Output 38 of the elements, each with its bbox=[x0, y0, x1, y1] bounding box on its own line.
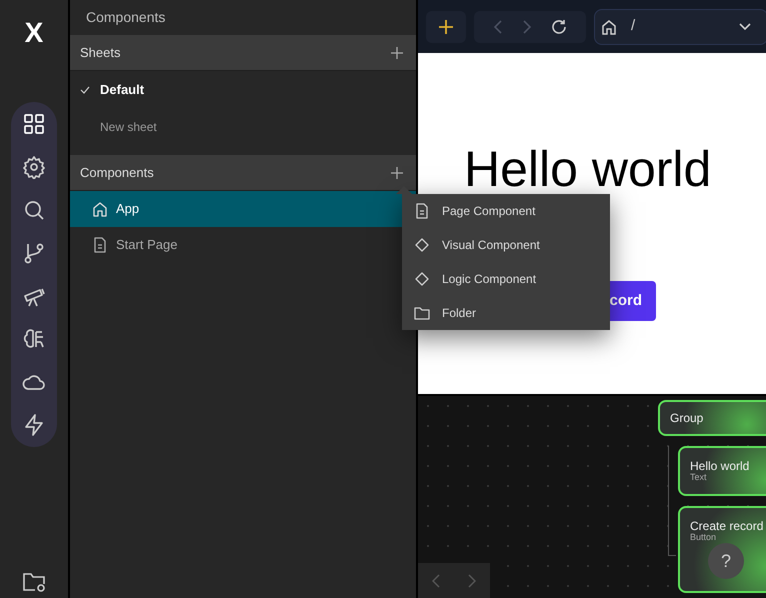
node-title: Group bbox=[670, 412, 704, 424]
settings-icon[interactable] bbox=[22, 155, 46, 179]
home-icon bbox=[601, 18, 617, 34]
path-text: / bbox=[631, 16, 636, 36]
node-type: Text bbox=[690, 473, 708, 482]
add-button[interactable] bbox=[390, 44, 406, 60]
diamond-icon bbox=[414, 271, 430, 287]
panel-title: Components bbox=[85, 8, 166, 27]
check-icon bbox=[80, 86, 90, 94]
chevron-down-icon bbox=[739, 22, 751, 30]
component-node[interactable]: Group bbox=[658, 400, 766, 436]
component-item[interactable]: App bbox=[70, 191, 416, 227]
search-icon[interactable] bbox=[22, 198, 46, 222]
reload-icon[interactable] bbox=[550, 18, 567, 34]
sheet-item[interactable]: New sheet bbox=[70, 108, 416, 145]
logo: X bbox=[24, 16, 44, 50]
plus-icon bbox=[438, 18, 454, 34]
sheet-item[interactable]: Default bbox=[70, 71, 416, 108]
diamond-icon bbox=[414, 237, 430, 253]
node-title: Create record bbox=[690, 520, 764, 533]
section-title: Components bbox=[80, 164, 154, 182]
add-button[interactable] bbox=[390, 164, 406, 180]
document-icon bbox=[414, 203, 430, 219]
branch-icon[interactable] bbox=[22, 241, 46, 265]
folder-settings-icon[interactable] bbox=[22, 571, 46, 593]
component-node[interactable]: Hello world Text bbox=[678, 446, 766, 496]
plus-icon bbox=[390, 46, 404, 60]
grid-icon[interactable] bbox=[22, 112, 46, 136]
document-icon bbox=[92, 237, 108, 253]
path-dropdown[interactable]: / bbox=[594, 8, 766, 44]
home-icon bbox=[92, 201, 108, 217]
section-title: Sheets bbox=[80, 44, 120, 62]
add-button[interactable] bbox=[426, 10, 466, 42]
node-title: Hello world bbox=[690, 460, 750, 473]
folder-icon bbox=[414, 305, 430, 321]
plus-icon bbox=[390, 166, 404, 180]
lightning-icon[interactable] bbox=[22, 413, 46, 437]
node-type: Button bbox=[690, 533, 718, 542]
